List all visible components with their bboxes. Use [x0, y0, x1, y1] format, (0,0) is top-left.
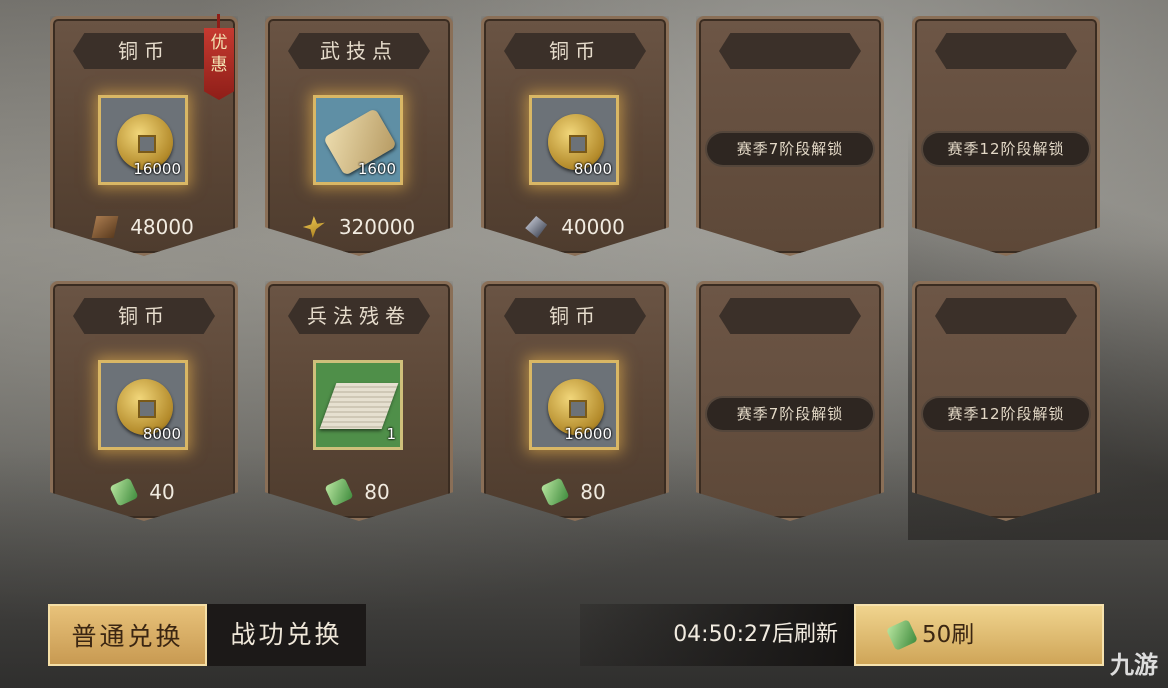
card-title-empty — [935, 33, 1077, 69]
item-slot[interactable]: 1 — [313, 360, 403, 450]
card-title: 铜币 — [504, 33, 646, 69]
item-slot[interactable]: 16000 — [529, 360, 619, 450]
refresh-button-label: 50刷 — [922, 622, 975, 648]
card-title: 铜币 — [73, 33, 215, 69]
locked-card-4: 赛季12阶段解锁 — [912, 281, 1100, 521]
card-title: 铜币 — [504, 298, 646, 334]
unlock-condition: 赛季12阶段解锁 — [923, 133, 1089, 165]
price: 80 — [268, 477, 450, 507]
price-value: 320000 — [338, 215, 416, 239]
refresh-countdown: 04:50:27后刷新 — [580, 604, 854, 666]
money-icon — [324, 477, 354, 507]
item-slot[interactable]: 8000 — [98, 360, 188, 450]
iron-icon — [525, 216, 548, 238]
wood-icon — [91, 216, 119, 238]
item-slot[interactable]: 8000 — [529, 95, 619, 185]
card-title-empty — [719, 298, 861, 334]
price: 320000 — [268, 215, 450, 239]
item-quantity: 8000 — [142, 425, 181, 443]
locked-card-3: 赛季7阶段解锁 — [696, 281, 884, 521]
tab-normal-exchange[interactable]: 普通兑换 — [48, 604, 207, 666]
item-quantity: 16000 — [564, 425, 612, 443]
tactics-fragment-icon — [319, 383, 399, 429]
discount-tag: 优惠 — [204, 28, 234, 100]
discount-tag-string — [217, 14, 220, 30]
shop-card-3[interactable]: 铜币 8000 40000 — [481, 16, 669, 256]
price: 40 — [53, 477, 235, 507]
shop-card-4[interactable]: 铜币 8000 40 — [50, 281, 238, 521]
price-value: 40000 — [561, 215, 625, 239]
price-value: 40 — [149, 480, 175, 504]
item-slot[interactable]: 1600 — [313, 95, 403, 185]
price: 40000 — [484, 215, 666, 239]
card-title-empty — [935, 298, 1077, 334]
grain-icon — [302, 216, 325, 238]
card-title: 铜币 — [73, 298, 215, 334]
exchange-tabs: 普通兑换 战功兑换 — [48, 604, 366, 666]
shop-card-6[interactable]: 铜币 16000 80 — [481, 281, 669, 521]
price: 48000 — [53, 215, 235, 239]
item-quantity: 1 — [386, 425, 396, 443]
unlock-condition: 赛季12阶段解锁 — [923, 398, 1089, 430]
item-quantity: 16000 — [133, 160, 181, 178]
locked-card-1: 赛季7阶段解锁 — [696, 16, 884, 256]
unlock-condition: 赛季7阶段解锁 — [707, 398, 873, 430]
item-quantity: 8000 — [573, 160, 612, 178]
shop-card-2[interactable]: 武技点 1600 320000 — [265, 16, 453, 256]
locked-card-2: 赛季12阶段解锁 — [912, 16, 1100, 256]
item-slot[interactable]: 16000 — [98, 95, 188, 185]
card-title: 兵法残卷 — [288, 298, 430, 334]
card-title-empty — [719, 33, 861, 69]
shop-card-5[interactable]: 兵法残卷 1 80 — [265, 281, 453, 521]
price-value: 48000 — [130, 215, 194, 239]
item-quantity: 1600 — [357, 160, 396, 178]
tab-merit-exchange[interactable]: 战功兑换 — [207, 604, 366, 666]
card-title: 武技点 — [288, 33, 430, 69]
unlock-condition: 赛季7阶段解锁 — [707, 133, 873, 165]
price-value: 80 — [580, 480, 606, 504]
refresh-button[interactable]: 50刷 — [854, 604, 1104, 666]
money-icon — [886, 619, 918, 651]
price-value: 80 — [364, 480, 390, 504]
money-icon — [109, 477, 139, 507]
money-icon — [540, 477, 570, 507]
watermark: 九游 — [1110, 651, 1158, 679]
price: 80 — [484, 477, 666, 507]
